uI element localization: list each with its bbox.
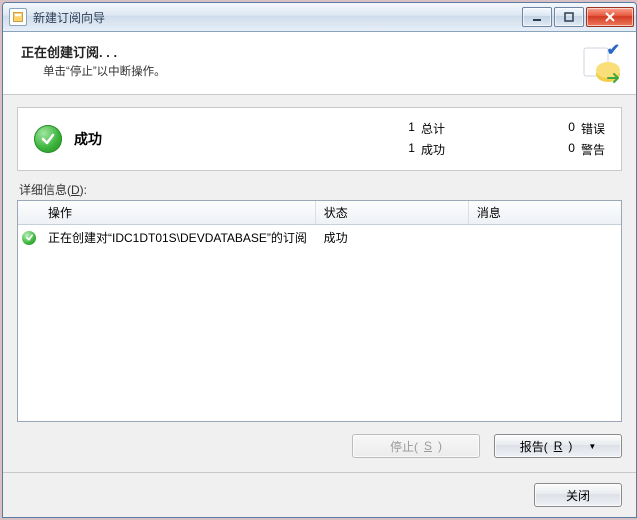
error-count: 0 [557, 120, 575, 137]
wizard-window: 新建订阅向导 正在创建订阅. . . 单击“停止”以中断操作。 ✔ [2, 2, 637, 518]
success-label: 成功 [421, 141, 445, 158]
close-wizard-button[interactable]: 关闭 [534, 483, 622, 507]
stop-button: 停止(S) [352, 434, 480, 458]
client-area: 正在创建订阅. . . 单击“停止”以中断操作。 ✔ 成功 [3, 32, 636, 517]
content-area: 成功 1 总计 0 错误 1 成功 0 警告 详细信息(D): [3, 95, 636, 472]
warning-count: 0 [557, 141, 575, 158]
close-button[interactable] [586, 7, 634, 27]
window-controls [522, 7, 634, 27]
footer: 关闭 [3, 472, 636, 517]
status-summary: 成功 1 总计 0 错误 1 成功 0 警告 [17, 107, 622, 171]
col-state[interactable]: 状态 [316, 201, 469, 224]
success-count: 1 [397, 141, 415, 158]
header-subtitle: 单击“停止”以中断操作。 [43, 63, 578, 79]
maximize-button[interactable] [554, 7, 584, 27]
row-message [468, 227, 621, 248]
action-buttons: 停止(S) 报告(R) ▼ [17, 422, 622, 462]
grid-body[interactable]: 正在创建对“IDC1DT01S\DEVDATABASE”的订阅 成功 [18, 225, 621, 421]
titlebar[interactable]: 新建订阅向导 [3, 3, 636, 32]
details-grid[interactable]: 操作 状态 消息 正在创建对“IDC1DT01S\DEVDATABASE”的订阅… [17, 200, 622, 422]
app-icon [9, 8, 27, 26]
status-title: 成功 [74, 129, 397, 149]
col-message[interactable]: 消息 [469, 201, 621, 224]
row-state: 成功 [316, 227, 469, 248]
error-label: 错误 [581, 120, 605, 137]
row-success-icon [22, 231, 36, 245]
report-button[interactable]: 报告(R) ▼ [494, 434, 622, 458]
table-row[interactable]: 正在创建对“IDC1DT01S\DEVDATABASE”的订阅 成功 [18, 225, 621, 250]
warning-label: 警告 [581, 141, 605, 158]
success-icon [34, 125, 62, 153]
header-title: 正在创建订阅. . . [21, 42, 578, 61]
window-title: 新建订阅向导 [33, 9, 522, 26]
col-operation[interactable]: 操作 [40, 201, 316, 224]
details-label: 详细信息(D): [19, 181, 622, 198]
header-icon: ✔ [578, 42, 622, 86]
wizard-header: 正在创建订阅. . . 单击“停止”以中断操作。 ✔ [3, 32, 636, 95]
dropdown-icon: ▼ [588, 442, 596, 451]
row-operation: 正在创建对“IDC1DT01S\DEVDATABASE”的订阅 [40, 227, 316, 248]
total-count: 1 [397, 120, 415, 137]
minimize-button[interactable] [522, 7, 552, 27]
grid-header[interactable]: 操作 状态 消息 [18, 201, 621, 225]
status-counts: 1 总计 0 错误 1 成功 0 警告 [397, 120, 605, 158]
total-label: 总计 [421, 120, 445, 137]
checkmark-icon: ✔ [607, 40, 620, 60]
